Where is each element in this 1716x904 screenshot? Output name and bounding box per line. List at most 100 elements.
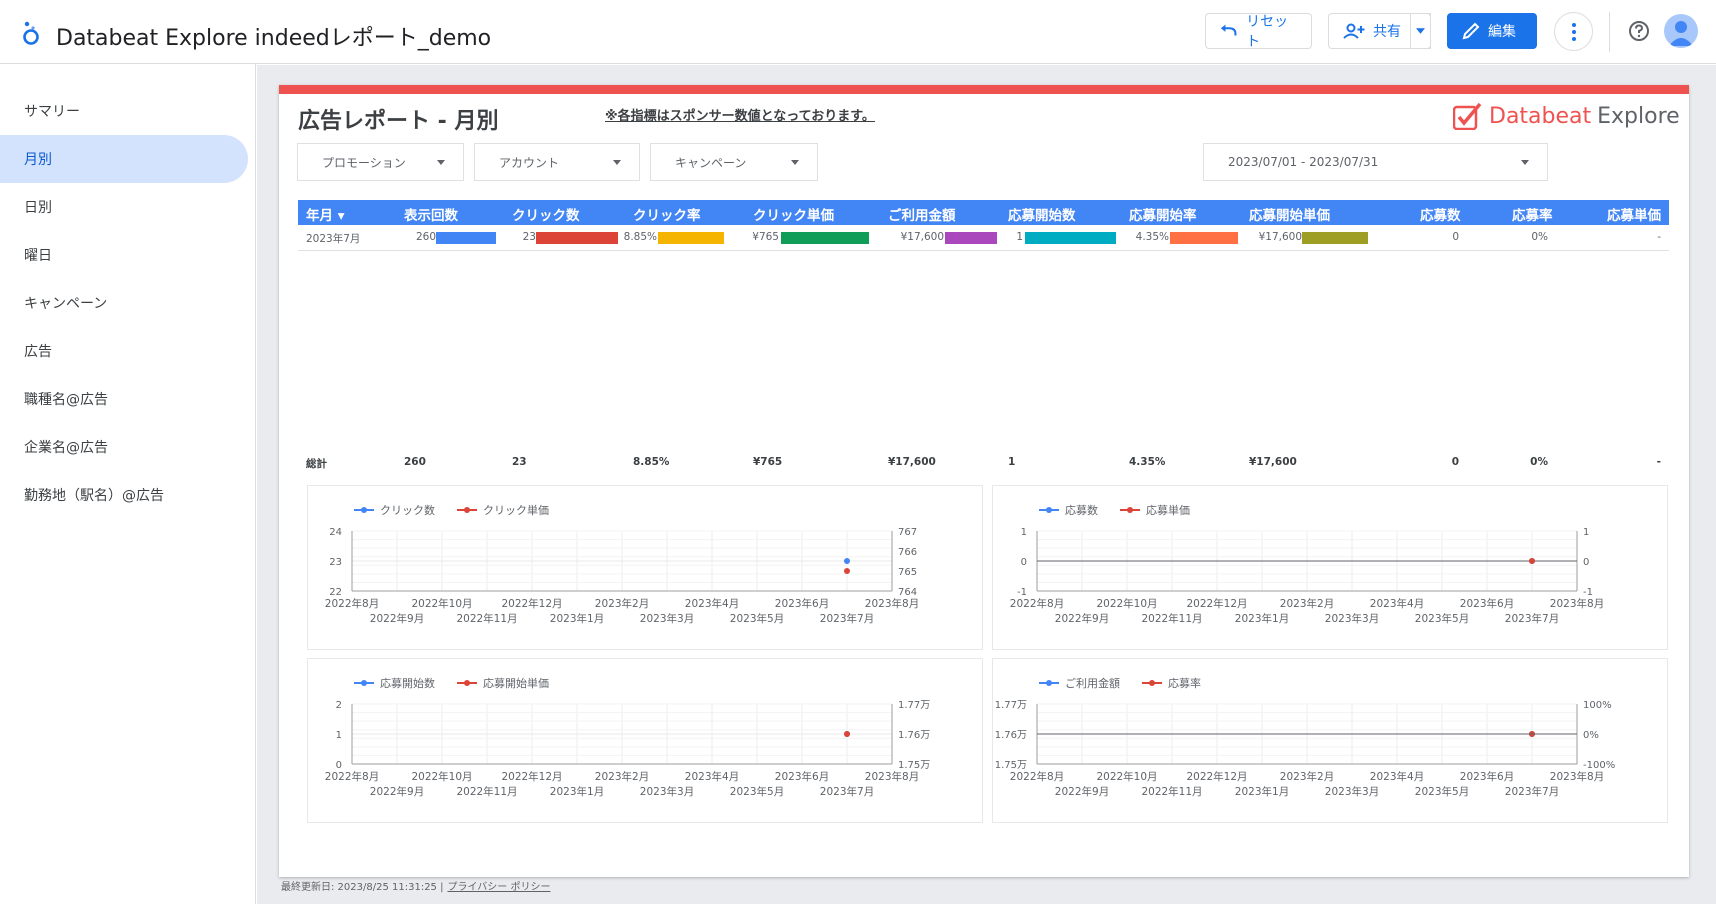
report-title: 広告レポート - 月別	[298, 109, 499, 134]
nav-item-location-ad[interactable]: 勤務地（駅名）@広告	[0, 471, 248, 519]
date-range-picker[interactable]: 2023/07/01 - 2023/07/31	[1203, 143, 1548, 181]
x-tick-label: 2023年6月	[775, 597, 829, 610]
nav-item-campaign[interactable]: キャンペーン	[0, 279, 248, 327]
legend-marker-1	[464, 507, 470, 513]
nav-item-daily[interactable]: 日別	[0, 183, 248, 231]
column-header-apply-rate[interactable]: 応募率	[1512, 204, 1553, 224]
chart-applications-cost[interactable]: 応募数 応募単価 1 0 -1 1 0 -1 2022年8月 2022年10月 2022年12月 20…	[992, 485, 1668, 650]
x-tick-label: 2023年3月	[1325, 612, 1379, 625]
chart-spend-apply-rate[interactable]: ご利用金額 応募率 1.77万 1.76万 1.75万 100% 0% -100% 2022年8…	[992, 658, 1668, 823]
column-header-month[interactable]: 年月 ▾	[306, 204, 344, 224]
report-canvas: 広告レポート - 月別 ※各指標はスポンサー数値となっております。 Databe…	[257, 65, 1716, 904]
y-left-tick-label: 24	[329, 527, 342, 538]
reset-button[interactable]: リセット	[1205, 13, 1312, 50]
legend-marker-0	[1046, 507, 1052, 513]
y-right-tick-label: -1	[1583, 587, 1593, 598]
y-right-tick-label: 0%	[1583, 730, 1599, 741]
column-header-cost[interactable]: ご利用金額	[888, 204, 956, 224]
total-apply-start-rate: 4.35%	[1129, 456, 1166, 468]
x-tick-label: 2022年9月	[370, 785, 424, 798]
x-tick-label: 2022年11月	[456, 785, 517, 798]
bar-cost	[945, 232, 997, 244]
total-label: 総計	[306, 458, 327, 470]
brand-name-part1: Databeat	[1489, 103, 1592, 129]
cell-apply-start-cost: ¥17,600	[1258, 231, 1302, 243]
campaign-filter[interactable]: キャンペーン	[650, 143, 818, 181]
data-point-1	[844, 568, 850, 574]
more-vert-icon	[1571, 22, 1576, 41]
x-tick-label: 2023年8月	[865, 597, 919, 610]
x-tick-label: 2023年6月	[1460, 770, 1514, 783]
y-left-tick-label: 1	[336, 730, 342, 741]
column-header-clicks[interactable]: クリック数	[512, 204, 580, 224]
nav-item-monthly[interactable]: 月別	[0, 135, 248, 183]
help-button[interactable]	[1622, 14, 1656, 48]
nav-item-weekday[interactable]: 曜日	[0, 231, 248, 279]
chart-clicks-cpc[interactable]: クリック数 クリック単価 24 23 22 767 766 765 764 2022年8月 2022…	[307, 485, 983, 650]
column-header-ctr[interactable]: クリック率	[633, 204, 701, 224]
account-avatar[interactable]	[1664, 14, 1698, 48]
column-header-applications[interactable]: 応募数	[1420, 204, 1461, 224]
x-tick-label: 2022年12月	[1186, 597, 1247, 610]
account-filter[interactable]: アカウント	[474, 143, 640, 181]
y-right-tick-label: 767	[898, 527, 917, 538]
databeat-logo-icon	[1453, 102, 1482, 130]
x-tick-label: 2023年3月	[640, 785, 694, 798]
total-cpc: ¥765	[753, 456, 783, 468]
y-right-tick-label: 1.77万	[898, 700, 930, 711]
x-tick-label: 2023年5月	[730, 785, 784, 798]
column-header-apply-cost[interactable]: 応募単価	[1607, 204, 1661, 224]
caret-down-icon	[613, 160, 621, 165]
caret-down-icon	[437, 160, 445, 165]
cell-month: 2023年7月	[306, 233, 361, 245]
x-tick-label: 2023年8月	[1550, 770, 1604, 783]
chart-clicks-cpc-svg: クリック数 クリック単価 24 23 22 767 766 765 764 2022年8月 2022…	[325, 503, 919, 625]
y-right-tick-label: 1.75万	[898, 760, 930, 771]
table-row[interactable]: 2023年7月 260 23 8.85% ¥765 ¥17,600 1 4.35…	[298, 225, 1669, 251]
cell-clicks: 23	[522, 231, 536, 243]
column-header-apply-starts[interactable]: 応募開始数	[1008, 204, 1076, 224]
cell-apply-start-rate: 4.35%	[1135, 231, 1169, 243]
legend-marker-0	[1046, 680, 1052, 686]
x-tick-label: 2022年8月	[325, 597, 379, 610]
column-header-cpc[interactable]: クリック単価	[753, 204, 834, 224]
legend-marker-1	[1127, 507, 1133, 513]
x-tick-label: 2023年2月	[595, 770, 649, 783]
column-header-impressions[interactable]: 表示回数	[404, 204, 458, 224]
privacy-policy-link[interactable]: プライバシー ポリシー	[447, 882, 550, 893]
more-options-button[interactable]	[1554, 12, 1593, 51]
brand-logo: Databeat Explore	[1453, 101, 1680, 131]
bar-apply-start-cost	[1302, 232, 1368, 244]
x-tick-label: 2022年12月	[501, 597, 562, 610]
x-tick-label: 2022年12月	[501, 770, 562, 783]
nav-item-ad[interactable]: 広告	[0, 327, 248, 375]
column-header-apply-start-cost[interactable]: 応募開始単価	[1249, 204, 1330, 224]
y-left-tick-label: 2	[336, 700, 342, 711]
x-tick-label: 2022年10月	[411, 770, 472, 783]
x-tick-label: 2022年10月	[1096, 770, 1157, 783]
x-tick-label: 2023年4月	[685, 770, 739, 783]
nav-item-company-ad[interactable]: 企業名@広告	[0, 423, 248, 471]
report-name[interactable]: Databeat Explore indeedレポート_demo	[56, 20, 491, 52]
caret-down-icon	[791, 160, 799, 165]
bar-apply-starts	[1025, 232, 1116, 244]
share-dropdown-button[interactable]	[1410, 13, 1431, 49]
sponsor-note: ※各指標はスポンサー数値となっております。	[605, 109, 875, 124]
y-right-tick-label: 1.76万	[898, 730, 930, 741]
column-header-apply-start-rate[interactable]: 応募開始率	[1129, 204, 1197, 224]
edit-button[interactable]: 編集	[1447, 13, 1537, 49]
y-left-tick-label: 0	[1021, 557, 1027, 568]
data-point-1	[1529, 558, 1535, 564]
caret-down-icon	[1416, 28, 1425, 34]
cell-ctr: 8.85%	[623, 231, 657, 243]
bar-ctr	[658, 232, 724, 244]
total-apply-cost: -	[1656, 456, 1661, 468]
nav-item-summary[interactable]: サマリー	[0, 87, 248, 135]
pencil-icon	[1462, 22, 1480, 40]
nav-item-job-title-ad[interactable]: 職種名@広告	[0, 375, 248, 423]
promotion-filter[interactable]: プロモーション	[297, 143, 464, 181]
y-left-tick-label: 23	[329, 557, 342, 568]
data-point-1	[844, 731, 850, 737]
page-navigation: サマリー 月別 日別 曜日 キャンペーン 広告 職種名@広告 企業名@広告 勤務…	[0, 64, 256, 904]
chart-apply-starts-cost[interactable]: 応募開始数 応募開始単価 2 1 0 1.77万 1.76万 1.75万 2022年8月 2022…	[307, 658, 983, 823]
